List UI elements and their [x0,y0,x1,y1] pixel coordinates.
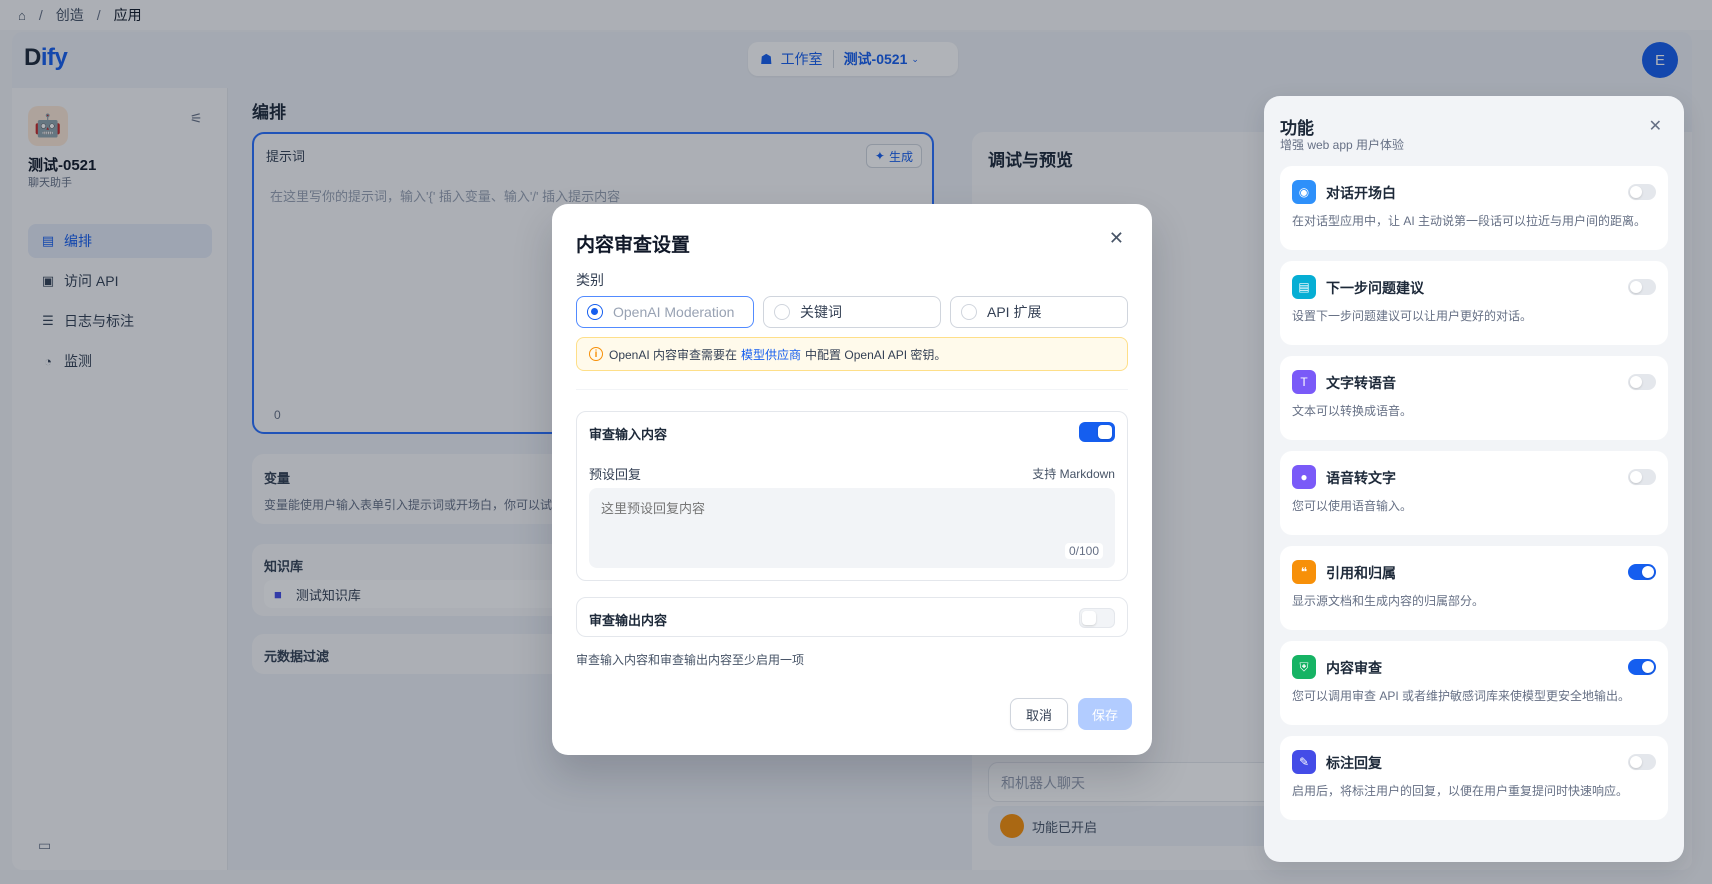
text-to-speech-icon: T [1292,370,1316,394]
input-moderation-label: 审查输入内容 [589,427,668,442]
feature-toggle[interactable] [1628,374,1656,390]
model-provider-link[interactable]: 模型供应商 [741,346,801,363]
input-moderation-section: 审查输入内容 预设回复 支持 Markdown 0/100 [576,411,1128,581]
warning-text: 中配置 OpenAI API 密钥。 [805,347,947,362]
markdown-hint: 支持 Markdown [1032,467,1115,481]
feature-toggle[interactable] [1628,754,1656,770]
divider [576,389,1128,390]
feature-desc: 显示源文档和生成内容的归属部分。 [1292,594,1485,608]
features-subtitle: 增强 web app 用户体验 [1280,138,1405,152]
moderation-settings-modal: 内容审查设置 ✕ 类别 OpenAI Moderation 关键词 API 扩展… [552,204,1152,755]
close-icon[interactable]: ✕ [1649,116,1662,136]
features-panel: 功能 增强 web app 用户体验 ✕ ◉ 对话开场白 在对话型应用中，让 AI … [1264,96,1684,862]
feature-item-text-to-speech: T 文字转语音文本可以转换成语音。 [1280,356,1668,440]
radio-icon [587,304,603,320]
moderation-hint: 审查输入内容和审查输出内容至少启用一项 [576,653,805,667]
cancel-button[interactable]: 取消 [1010,698,1068,730]
output-moderation-toggle[interactable] [1079,608,1115,628]
output-moderation-label: 审查输出内容 [589,613,668,628]
feature-toggle[interactable] [1628,564,1656,580]
feature-item-opening: ◉ 对话开场白在对话型应用中，让 AI 主动说第一段话可以拉近与用户间的距离。 [1280,166,1668,250]
feature-item-suggested-questions: ▤ 下一步问题建议设置下一步问题建议可以让用户更好的对话。 [1280,261,1668,345]
feature-toggle[interactable] [1628,469,1656,485]
feature-name: 文字转语音 [1326,375,1396,391]
close-icon[interactable]: ✕ [1109,228,1124,249]
preset-reply-count: 0/100 [1064,543,1103,559]
preset-reply-input[interactable] [589,488,1115,568]
feature-name: 对话开场白 [1326,185,1396,201]
feature-toggle[interactable] [1628,184,1656,200]
save-button[interactable]: 保存 [1078,698,1132,730]
input-moderation-toggle[interactable] [1079,422,1115,442]
feature-item-speech-to-text: ● 语音转文字您可以使用语音输入。 [1280,451,1668,535]
message-suggest-icon: ▤ [1292,275,1316,299]
info-icon: i [589,347,603,361]
feature-desc: 您可以调用审查 API 或者维护敏感词库来使模型更安全地输出。 [1292,689,1631,703]
option-keywords[interactable]: 关键词 [763,296,941,328]
feature-desc: 启用后，将标注用户的回复，以便在用户重复提问时快速响应。 [1292,784,1629,798]
chat-bubble-icon: ◉ [1292,180,1316,204]
warning-text: OpenAI 内容审查需要在 [609,347,738,362]
feature-item-moderation: ⛨ 内容审查您可以调用审查 API 或者维护敏感词库来使模型更安全地输出。 [1280,641,1668,725]
annotation-icon: ✎ [1292,750,1316,774]
output-moderation-section: 审查输出内容 [576,597,1128,637]
shield-icon: ⛨ [1292,655,1316,679]
feature-item-citation: ❝ 引用和归属显示源文档和生成内容的归属部分。 [1280,546,1668,630]
feature-name: 下一步问题建议 [1326,280,1424,296]
option-label: API 扩展 [987,304,1042,320]
feature-name: 内容审查 [1326,660,1382,676]
feature-toggle[interactable] [1628,659,1656,675]
option-api-extension[interactable]: API 扩展 [950,296,1128,328]
openai-warning: i OpenAI 内容审查需要在 模型供应商 中配置 OpenAI API 密钥… [576,337,1128,371]
option-label: OpenAI Moderation [613,304,735,320]
feature-item-annotation-reply: ✎ 标注回复启用后，将标注用户的回复，以便在用户重复提问时快速响应。 [1280,736,1668,820]
feature-name: 引用和归属 [1326,565,1396,581]
citation-icon: ❝ [1292,560,1316,584]
feature-toggle[interactable] [1628,279,1656,295]
radio-icon [961,304,977,320]
microphone-icon: ● [1292,465,1316,489]
preset-reply-label: 预设回复 [589,467,642,482]
feature-desc: 在对话型应用中，让 AI 主动说第一段话可以拉近与用户间的距离。 [1292,214,1647,228]
feature-name: 语音转文字 [1326,470,1396,486]
feature-desc: 设置下一步问题建议可以让用户更好的对话。 [1292,309,1533,323]
radio-icon [774,304,790,320]
feature-name: 标注回复 [1326,755,1382,771]
option-openai-moderation[interactable]: OpenAI Moderation [576,296,754,328]
category-label: 类别 [576,272,604,288]
feature-desc: 您可以使用语音输入。 [1292,499,1413,513]
feature-desc: 文本可以转换成语音。 [1292,404,1413,418]
option-label: 关键词 [800,304,842,320]
modal-title: 内容审查设置 [576,235,691,256]
